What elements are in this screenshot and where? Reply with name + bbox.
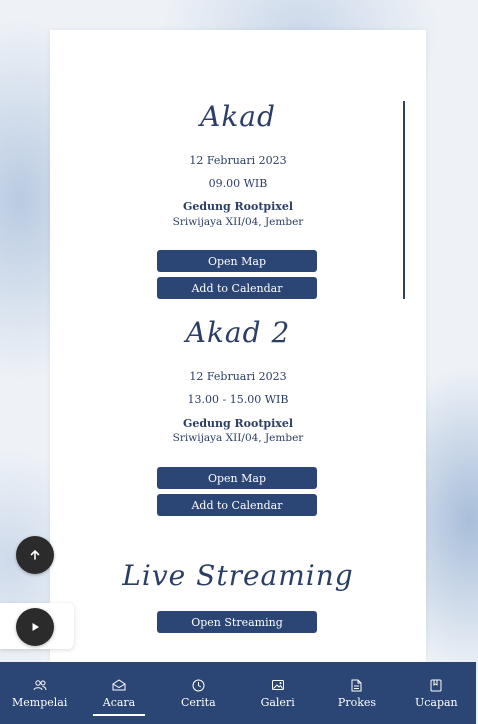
nav-item-label: Mempelai xyxy=(11,696,68,709)
nav-item-label: Cerita xyxy=(180,696,216,709)
envelope-icon xyxy=(112,678,126,692)
open-map-button[interactable]: Open Map xyxy=(157,467,317,489)
nav-item-label: Acara xyxy=(102,696,136,709)
event-title: Akad xyxy=(200,100,276,133)
add-to-calendar-button[interactable]: Add to Calendar xyxy=(157,494,317,516)
event-address: Sriwijaya XII/04, Jember xyxy=(172,432,304,444)
bottom-navigation: Mempelai Acara Cerita Galeri Prokes Ucap… xyxy=(0,662,476,724)
nav-item-prokes[interactable]: Prokes xyxy=(317,662,396,724)
event-address: Sriwijaya XII/04, Jember xyxy=(172,216,304,228)
nav-item-label: Galeri xyxy=(260,696,295,709)
book-icon xyxy=(430,678,442,692)
streaming-title: Live Streaming xyxy=(122,559,354,592)
nav-item-galeri[interactable]: Galeri xyxy=(238,662,317,724)
event-venue: Gedung Rootpixel xyxy=(182,200,294,213)
add-to-calendar-button[interactable]: Add to Calendar xyxy=(157,277,317,299)
arrow-up-icon xyxy=(30,550,40,560)
nav-item-label: Prokes xyxy=(337,696,377,709)
clock-icon xyxy=(192,678,205,692)
nav-item-ucapan[interactable]: Ucapan xyxy=(397,662,476,724)
event-venue: Gedung Rootpixel xyxy=(182,417,294,430)
scroll-to-top-button[interactable] xyxy=(16,536,54,574)
event-time: 09.00 WIB xyxy=(208,177,268,190)
play-icon xyxy=(32,623,39,631)
nav-item-mempelai[interactable]: Mempelai xyxy=(0,662,79,724)
open-map-button[interactable]: Open Map xyxy=(157,250,317,272)
gallery-icon xyxy=(271,678,285,692)
play-music-button[interactable] xyxy=(16,608,54,646)
open-streaming-button[interactable]: Open Streaming xyxy=(157,611,317,633)
people-icon xyxy=(33,678,47,692)
event-title: Akad 2 xyxy=(185,316,291,349)
nav-item-label: Ucapan xyxy=(414,696,458,709)
document-icon xyxy=(351,678,362,692)
event-date: 12 Februari 2023 xyxy=(189,370,287,383)
event-date: 12 Februari 2023 xyxy=(189,154,287,167)
nav-item-cerita[interactable]: Cerita xyxy=(159,662,238,724)
event-time: 13.00 - 15.00 WIB xyxy=(187,393,289,406)
nav-item-acara[interactable]: Acara xyxy=(79,662,158,724)
